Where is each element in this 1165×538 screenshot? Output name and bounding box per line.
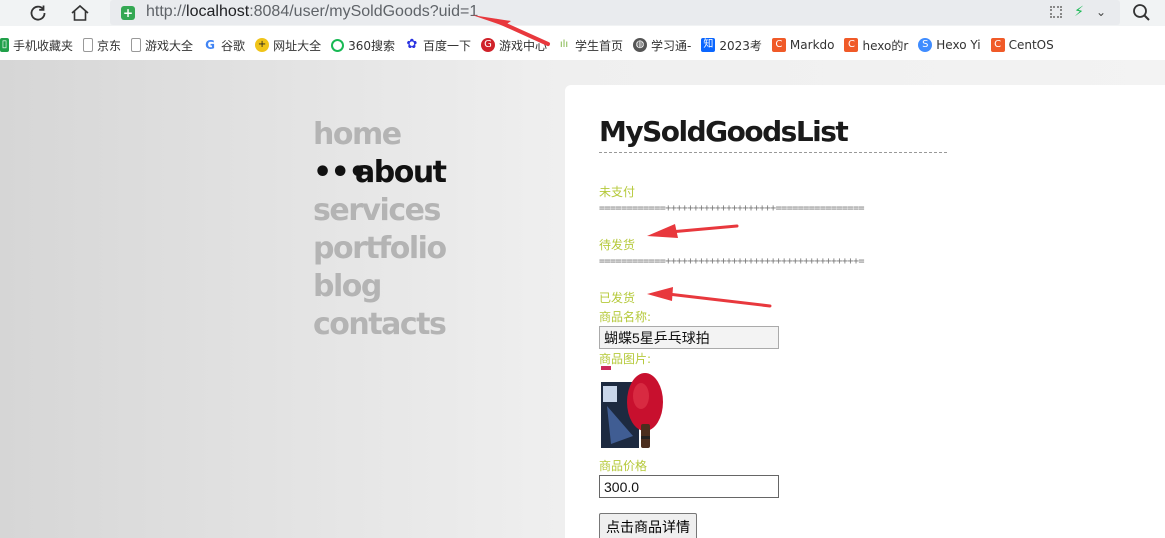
page-title: MySoldGoodsList <box>599 115 947 153</box>
lightning-icon[interactable]: ⚡ <box>1074 4 1084 20</box>
plus-icon: + <box>255 38 270 52</box>
game-icon: G <box>481 38 495 52</box>
menu-item-contacts[interactable]: contacts <box>313 306 447 344</box>
bookmark-item[interactable]: ▯ 手机收藏夹 <box>0 37 73 54</box>
product-price-field[interactable] <box>599 475 779 498</box>
bookmark-item[interactable]: + 网址大全 <box>255 37 321 54</box>
page-body: home ••• about services portfolio blog co… <box>0 60 1165 538</box>
bookmark-item[interactable]: 360搜索 <box>331 37 395 54</box>
bookmark-item[interactable]: C CentOS <box>990 38 1054 52</box>
google-icon: G <box>205 38 215 52</box>
bookmarks-bar: ▯ 手机收藏夹 京东 游戏大全 G 谷歌 + 网址大全 360搜索 ✿ 百度一下 G 游戏… <box>0 32 1165 58</box>
bookmark-item[interactable]: ◍ 学习通- <box>633 37 691 54</box>
globe-icon: ◍ <box>633 38 648 52</box>
bookmark-item[interactable]: Chexo的r <box>844 37 908 54</box>
bookmark-item[interactable]: 游戏大全 <box>131 37 193 54</box>
qr-code-icon[interactable] <box>1050 6 1063 18</box>
product-image <box>599 366 665 456</box>
product-image-label: 商品图片: <box>599 352 652 366</box>
s-icon: S <box>918 38 933 52</box>
product-name-label: 商品名称: <box>599 310 652 324</box>
section-to-ship-label: 待发货 <box>599 238 636 252</box>
chevron-down-icon[interactable]: ⌄ <box>1096 5 1106 19</box>
menu-item-about[interactable]: ••• about <box>313 154 447 192</box>
address-bar[interactable]: + http://localhost:8084/user/mySoldGoods… <box>110 0 1120 25</box>
home-icon[interactable] <box>69 2 91 24</box>
product-name-field[interactable] <box>599 326 779 349</box>
baidu-icon: ✿ <box>406 37 418 52</box>
bookmark-item[interactable]: ✿ 百度一下 <box>405 37 471 54</box>
menu-item-home[interactable]: home <box>313 116 446 154</box>
page-icon <box>131 38 142 52</box>
product-detail-button[interactable]: 点击商品详情 <box>599 513 697 538</box>
bookmark-item[interactable]: 京东 <box>83 37 121 54</box>
section-unpaid-label: 未支付 <box>599 185 636 199</box>
browser-toolbar: + http://localhost:8084/user/mySoldGoods… <box>0 0 1165 26</box>
menu-item-services[interactable]: services <box>313 192 446 230</box>
menu-item-blog[interactable]: blog <box>313 268 446 306</box>
secure-shield-icon: + <box>121 6 135 20</box>
page-icon <box>83 38 94 52</box>
bars-icon: ılı <box>559 39 569 50</box>
phone-icon: ▯ <box>0 38 9 52</box>
csdn-icon: C <box>771 38 786 52</box>
csdn-icon: C <box>844 38 859 52</box>
menu-item-portfolio[interactable]: portfolio <box>313 230 447 268</box>
bookmark-item[interactable]: 知 2023考 <box>701 37 762 54</box>
csdn-icon: C <box>990 38 1005 52</box>
section-separator: ============++++++++++++++++++++++++++++… <box>599 256 864 267</box>
section-shipped-label: 已发货 <box>599 291 636 305</box>
bookmark-item[interactable]: ılı 学生首页 <box>557 37 623 54</box>
bookmark-item[interactable]: G 谷歌 <box>203 37 245 54</box>
bookmark-item[interactable]: C Markdo <box>771 38 834 52</box>
address-url[interactable]: http://localhost:8084/user/mySoldGoods?u… <box>146 3 478 21</box>
search-icon[interactable] <box>1132 3 1154 23</box>
product-price-label: 商品价格 <box>599 459 648 473</box>
content-panel: MySoldGoodsList 未支付 ============++++++++… <box>565 85 1165 538</box>
bookmark-item[interactable]: G 游戏中心 <box>481 37 547 54</box>
zhihu-icon: 知 <box>701 38 716 52</box>
reload-icon[interactable] <box>27 2 49 24</box>
bookmark-item[interactable]: S Hexo Yi <box>918 38 981 52</box>
section-separator: ============++++++++++++++++++++========… <box>599 203 864 214</box>
main-menu: home ••• about services portfolio blog co… <box>313 116 447 344</box>
search-360-icon <box>331 38 345 52</box>
